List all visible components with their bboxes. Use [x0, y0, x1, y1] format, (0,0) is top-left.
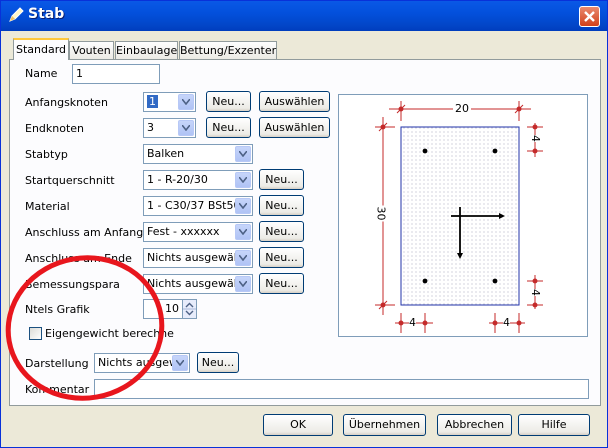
anfangsknoten-label: Anfangsknoten	[25, 96, 108, 109]
anschluss-ende-neu-button[interactable]: Neu...	[259, 247, 304, 268]
chevron-down-icon[interactable]	[172, 355, 188, 371]
endknoten-auswaehlen-button[interactable]: Auswählen	[259, 117, 330, 138]
name-input[interactable]: 1	[72, 64, 160, 84]
endknoten-label: Endknoten	[25, 122, 85, 135]
window-title: Stab	[28, 6, 65, 22]
chevron-down-icon[interactable]	[235, 250, 251, 266]
title-bar[interactable]: Stab	[1, 1, 607, 31]
cancel-button[interactable]: Abbrechen	[437, 414, 512, 436]
cover-right-value: 4	[503, 316, 510, 329]
chevron-down-icon[interactable]	[235, 198, 251, 214]
kommentar-label: Kommentar	[25, 383, 90, 396]
ok-button[interactable]: OK	[263, 414, 333, 436]
endknoten-select[interactable]: 3	[143, 118, 196, 138]
anfangsknoten-select[interactable]: 1	[143, 92, 196, 112]
eigengewicht-checkbox[interactable]	[29, 327, 42, 340]
anschluss-ende-label: Anschluss am Ende	[25, 252, 132, 265]
tab-bettung-exzenter[interactable]: Bettung/Exzenter	[179, 41, 277, 59]
startquerschnitt-select[interactable]: 1 - R-20/30	[143, 170, 253, 190]
anschluss-ende-select[interactable]: Nichts ausgewählt	[143, 248, 253, 268]
tab-standard[interactable]: Standard	[13, 38, 69, 60]
material-select[interactable]: 1 - C30/37 BSt500	[143, 196, 253, 216]
chevron-down-icon[interactable]	[235, 276, 251, 292]
chevron-down-icon[interactable]	[235, 146, 251, 162]
anschluss-anfang-label: Anschluss am Anfang	[25, 226, 144, 239]
startquerschnitt-label: Startquerschnitt	[25, 174, 115, 187]
pencil-icon	[8, 7, 24, 23]
help-button[interactable]: Hilfe	[518, 414, 590, 436]
close-button[interactable]	[579, 6, 600, 27]
chevron-down-icon[interactable]	[235, 172, 251, 188]
ntels-stepper[interactable]	[183, 299, 197, 319]
darstellung-select[interactable]: Nichts ausgewä	[94, 353, 190, 373]
cover-bottom-value: 4	[529, 289, 542, 296]
ntels-input[interactable]: 10	[143, 299, 183, 319]
darstellung-neu-button[interactable]: Neu...	[197, 352, 239, 373]
anfangsknoten-auswaehlen-button[interactable]: Auswählen	[259, 91, 330, 112]
stabtyp-label: Stabtyp	[25, 148, 68, 161]
height-value: 30	[374, 205, 388, 222]
stabtyp-select[interactable]: Balken	[143, 144, 253, 164]
kommentar-input[interactable]	[94, 379, 589, 399]
startquerschnitt-neu-button[interactable]: Neu...	[259, 169, 304, 190]
anfangsknoten-value: 1	[147, 95, 158, 108]
chevron-down-icon[interactable]	[178, 94, 194, 110]
eigengewicht-label: Eigengewicht berechne	[45, 327, 174, 340]
cross-section-preview: 20 30 4 4 4 4	[338, 94, 588, 337]
bemessung-neu-button[interactable]: Neu...	[259, 273, 304, 294]
right-cover-dimensions	[527, 123, 543, 309]
endknoten-neu-button[interactable]: Neu...	[206, 117, 251, 138]
width-value: 20	[453, 102, 471, 115]
dialog-window: Stab Standard Vouten Einbaulage Bettung/…	[0, 0, 608, 448]
chevron-down-icon[interactable]	[178, 120, 194, 136]
anschluss-anfang-select[interactable]: Fest - xxxxxx	[143, 222, 253, 242]
close-icon	[584, 11, 595, 22]
apply-button[interactable]: Übernehmen	[343, 414, 426, 436]
bemessung-select[interactable]: Nichts ausgewählt	[143, 274, 253, 294]
material-label: Material	[25, 200, 70, 213]
material-neu-button[interactable]: Neu...	[259, 195, 304, 216]
bemessung-label: Bemessungspara	[25, 278, 120, 291]
cover-left-value: 4	[409, 316, 416, 329]
chevron-down-icon[interactable]	[235, 224, 251, 240]
tab-vouten[interactable]: Vouten	[69, 41, 114, 59]
cover-top-value: 4	[529, 135, 542, 142]
anschluss-anfang-neu-button[interactable]: Neu...	[259, 221, 304, 242]
name-label: Name	[25, 67, 58, 80]
ntels-label: Ntels Grafik	[25, 303, 90, 316]
darstellung-label: Darstellung	[25, 357, 89, 370]
anfangsknoten-neu-button[interactable]: Neu...	[206, 91, 251, 112]
tab-einbaulage[interactable]: Einbaulage	[115, 41, 178, 59]
